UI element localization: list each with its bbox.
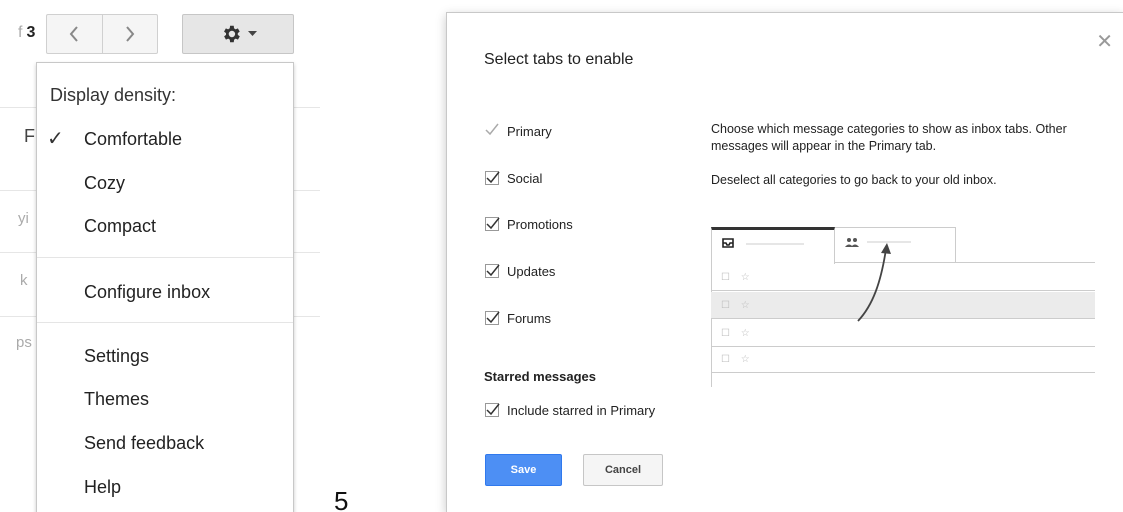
category-label: Social	[507, 170, 543, 186]
menu-item-settings[interactable]: Settings	[37, 338, 293, 374]
menu-item-label: Comfortable	[84, 128, 183, 149]
checkmark-icon: ✓	[47, 128, 64, 150]
older-button[interactable]	[47, 15, 102, 53]
gear-icon	[223, 25, 240, 43]
save-button[interactable]: Save	[485, 454, 562, 486]
menu-item-label: Send feedback	[84, 432, 205, 453]
drag-arrow-icon	[857, 243, 891, 322]
page-count: f3	[18, 24, 35, 42]
option-label: Include starred in Primary	[507, 402, 656, 418]
density-comfortable[interactable]: ✓ Comfortable	[37, 121, 293, 157]
density-compact[interactable]: Compact	[37, 208, 293, 244]
description-line: Deselect all categories to go back to yo…	[711, 173, 997, 187]
starred-messages-heading: Starred messages	[484, 369, 597, 384]
category-label: Promotions	[507, 216, 573, 232]
category-promotions[interactable]: Promotions	[485, 213, 573, 235]
dialog-title: Select tabs to enable	[484, 51, 634, 68]
menu-item-label: Cozy	[84, 172, 126, 193]
menu-item-themes[interactable]: Themes	[37, 381, 293, 417]
close-icon[interactable]: ✕	[1096, 29, 1113, 54]
checkbox[interactable]	[485, 403, 500, 417]
category-updates[interactable]: Updates	[485, 260, 555, 282]
inbox-tabs-preview: ☐ ☆ ☐ ☆ ☐ ☆ ☐ ☆	[711, 227, 1095, 387]
settings-menu: Display density: ✓ Comfortable Cozy Comp…	[36, 62, 294, 512]
menu-item-label: Help	[84, 476, 122, 497]
menu-item-help[interactable]: Help	[37, 469, 293, 505]
gmail-toolbar-area: f3 F yi k ps Display density: ✓ Comforta…	[0, 0, 320, 512]
page-count-value: 3	[26, 24, 36, 41]
checkbox[interactable]	[485, 217, 500, 231]
menu-item-label: Themes	[84, 388, 150, 409]
configure-inbox-item[interactable]: Configure inbox	[37, 274, 293, 310]
chevron-left-icon	[69, 26, 79, 42]
configure-inbox-dialog: ✕ Select tabs to enable Primary Social P…	[446, 12, 1123, 512]
caret-down-icon	[247, 31, 257, 36]
category-label: Forums	[507, 310, 552, 326]
checkbox[interactable]	[485, 171, 500, 185]
background-text: k	[20, 272, 28, 289]
density-cozy[interactable]: Cozy	[37, 165, 293, 201]
page-count-prefix: f	[18, 24, 23, 41]
settings-gear-button[interactable]	[182, 14, 294, 54]
checkbox[interactable]	[485, 311, 500, 325]
background-text: F	[24, 126, 35, 146]
category-label: Primary	[507, 123, 552, 139]
checkbox[interactable]	[485, 264, 500, 278]
menu-separator	[37, 257, 293, 258]
pagination-buttons	[46, 14, 158, 54]
background-text: yi	[18, 210, 29, 227]
menu-item-label: Configure inbox	[84, 281, 211, 302]
menu-item-label: Compact	[84, 215, 157, 236]
newer-button[interactable]	[101, 15, 158, 53]
menu-separator	[37, 322, 293, 323]
step-number: 5	[334, 486, 349, 512]
chevron-right-icon	[125, 26, 135, 42]
category-primary: Primary	[485, 120, 552, 142]
menu-item-send-feedback[interactable]: Send feedback	[37, 425, 293, 461]
category-label: Updates	[507, 263, 556, 279]
category-forums[interactable]: Forums	[485, 307, 551, 329]
menu-item-label: Settings	[84, 345, 150, 366]
cancel-button[interactable]: Cancel	[583, 454, 663, 486]
category-social[interactable]: Social	[485, 167, 542, 189]
checkbox-locked	[485, 123, 499, 138]
dialog-description: Choose which message categories to show …	[711, 121, 1111, 189]
include-starred-option[interactable]: Include starred in Primary	[485, 399, 655, 421]
description-line: Choose which message categories to show …	[711, 122, 1067, 153]
background-text: ps	[16, 334, 32, 351]
display-density-heading: Display density:	[50, 85, 177, 105]
